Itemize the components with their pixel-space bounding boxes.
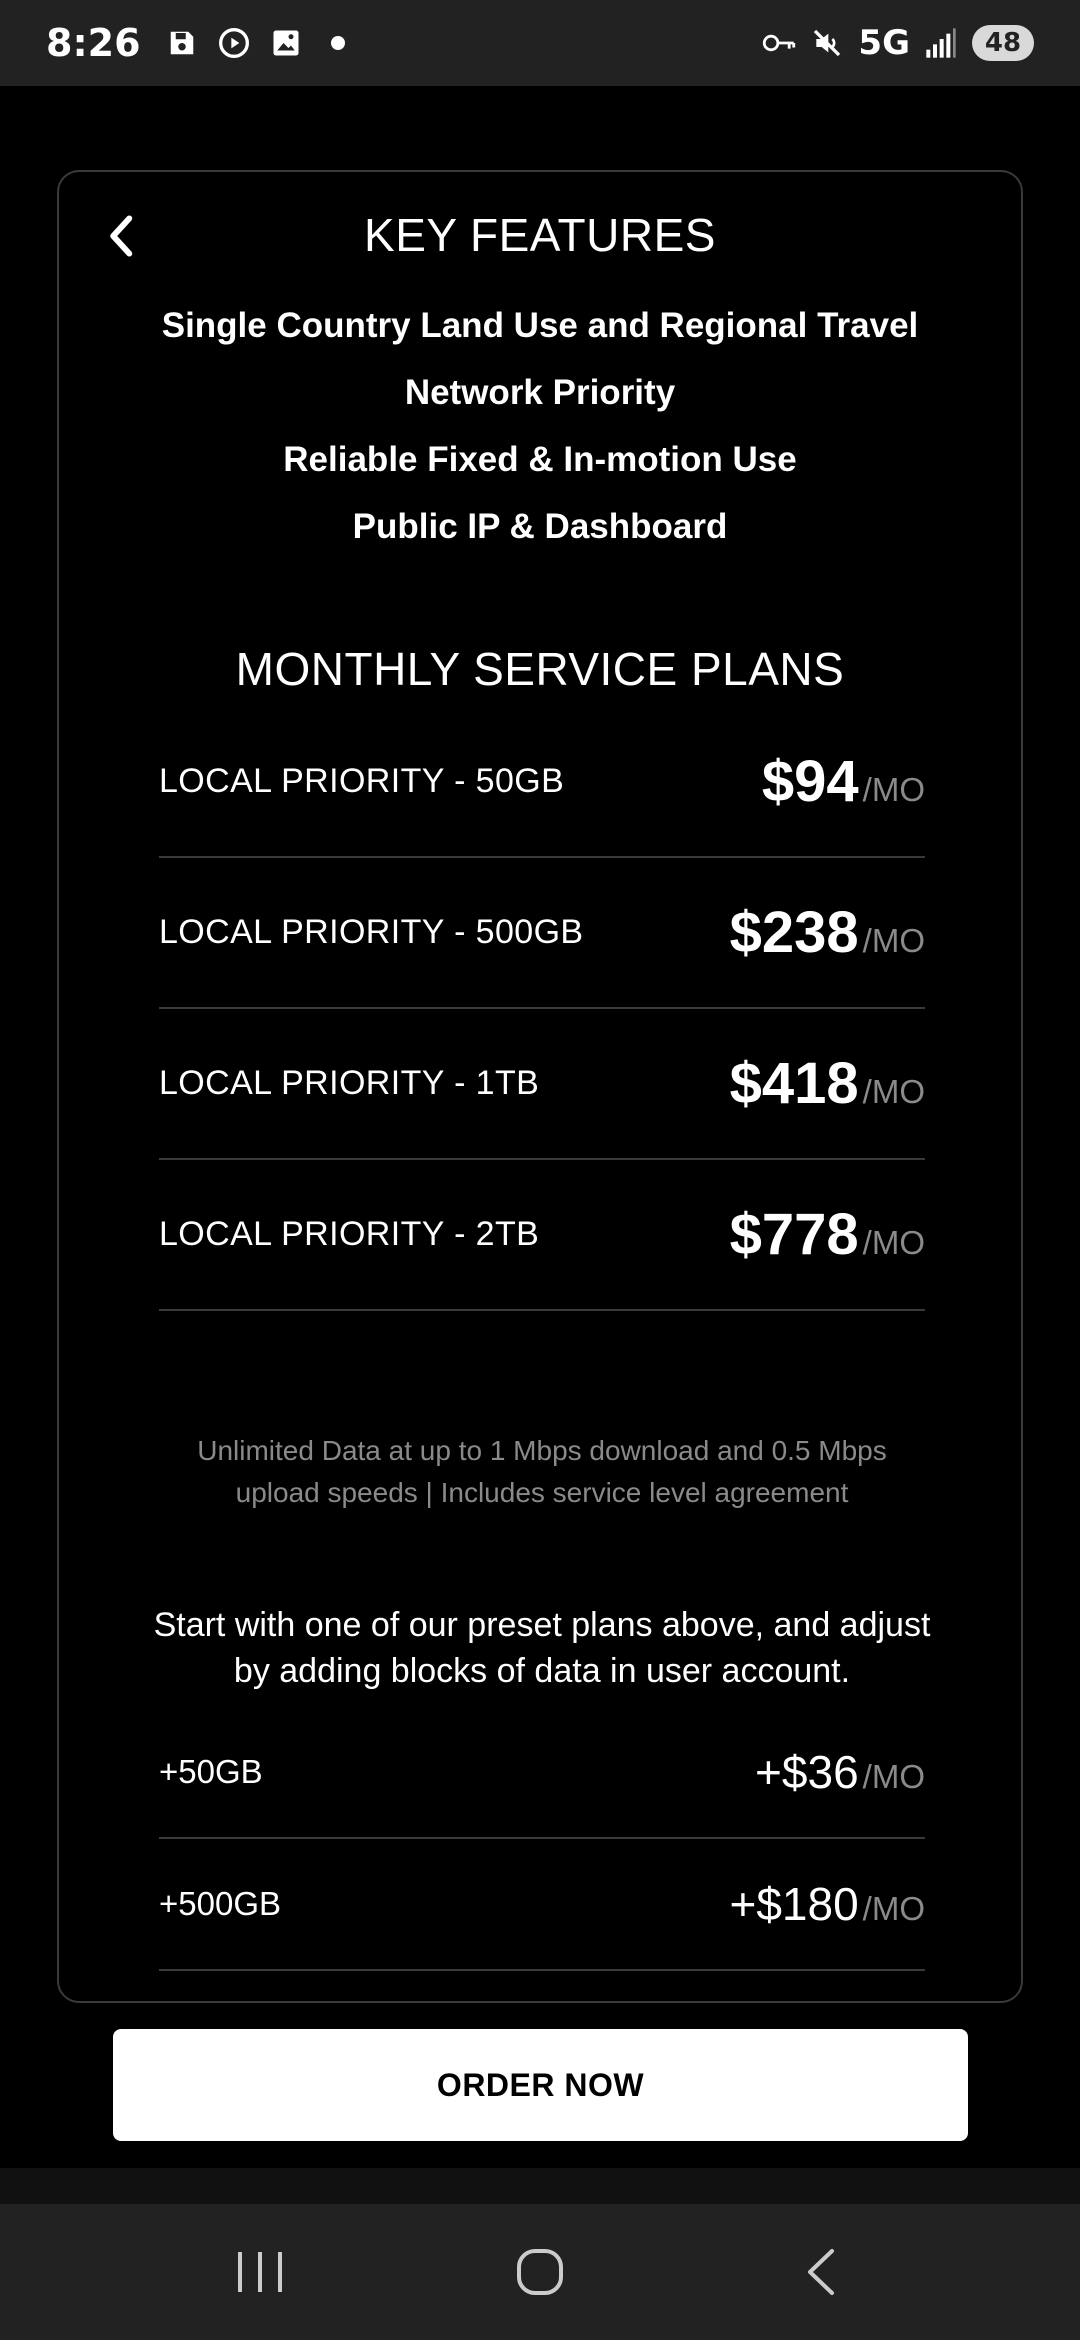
plan-name: LOCAL PRIORITY - 2TB [159, 1215, 540, 1253]
battery-indicator: 48 [972, 25, 1034, 61]
back-icon [808, 2249, 834, 2295]
vpn-key-icon [762, 26, 796, 60]
status-bar: 8:26 5G 48 [0, 0, 1080, 86]
per-month-label: /MO [862, 1890, 925, 1927]
system-nav-bar [0, 2204, 1080, 2340]
plan-name: LOCAL PRIORITY - 50GB [159, 762, 565, 800]
feature-item: Network Priority [404, 373, 676, 412]
home-button[interactable] [495, 2227, 585, 2317]
addon-row[interactable]: +500GB +$180 /MO [159, 1839, 925, 1971]
plan-row[interactable]: LOCAL PRIORITY - 1TB $418 /MO [159, 1009, 925, 1160]
order-now-button[interactable]: ORDER NOW [113, 2029, 968, 2141]
plan-card: KEY FEATURES Single Country Land Use and… [57, 170, 1023, 2003]
key-features-title: KEY FEATURES [364, 209, 716, 261]
addon-price: +$180 /MO [729, 1877, 925, 1931]
addons-intro-line: Start with one of our preset plans above… [153, 1606, 931, 1644]
plan-name: LOCAL PRIORITY - 1TB [159, 1064, 540, 1102]
plan-row[interactable]: LOCAL PRIORITY - 2TB $778 /MO [159, 1160, 925, 1311]
addon-row[interactable]: +50GB +$36 /MO [159, 1707, 925, 1839]
per-month-label: /MO [862, 1758, 925, 1795]
plan-price: $238 /MO [730, 899, 925, 966]
plan-amount: $418 [729, 1051, 859, 1116]
plan-price: $418 /MO [730, 1050, 925, 1117]
addons-intro: Start with one of our preset plans above… [99, 1602, 985, 1694]
addon-name: +500GB [159, 1885, 282, 1922]
network-type: 5G [858, 23, 910, 63]
feature-item: Public IP & Dashboard [352, 507, 728, 546]
signal-icon [924, 26, 958, 60]
plan-amount: $238 [729, 900, 859, 965]
plan-note-line: upload speeds | Includes service level a… [235, 1477, 849, 1508]
per-month-label: /MO [862, 922, 925, 959]
addons-list: +50GB +$36 /MO +500GB +$180 /MO [159, 1707, 925, 1971]
features-list: Single Country Land Use and Regional Tra… [59, 292, 1021, 560]
plan-row[interactable]: LOCAL PRIORITY - 50GB $94 /MO [159, 707, 925, 858]
addon-amount: +$36 [755, 1746, 859, 1798]
dot-icon [321, 26, 355, 60]
addons-intro-line: by adding blocks of data in user account… [233, 1652, 851, 1690]
plan-row[interactable]: LOCAL PRIORITY - 500GB $238 /MO [159, 858, 925, 1009]
plan-price: $778 /MO [730, 1201, 925, 1268]
recent-apps-icon [238, 2252, 282, 2292]
addon-price: +$36 /MO [755, 1745, 925, 1799]
per-month-label: /MO [862, 1224, 925, 1261]
back-nav-button[interactable] [775, 2227, 865, 2317]
nav-divider [0, 2168, 1080, 2204]
plans-list: LOCAL PRIORITY - 50GB $94 /MO LOCAL PRIO… [159, 749, 925, 1311]
addon-amount: +$180 [729, 1878, 859, 1930]
monthly-plans-title: MONTHLY SERVICE PLANS [235, 643, 845, 695]
plan-amount: $94 [761, 749, 859, 814]
play-circle-icon [217, 26, 251, 60]
save-icon [165, 26, 199, 60]
plan-amount: $778 [729, 1202, 859, 1267]
feature-item: Reliable Fixed & In-motion Use [283, 440, 797, 479]
feature-item: Single Country Land Use and Regional Tra… [161, 306, 919, 345]
plan-note-line: Unlimited Data at up to 1 Mbps download … [197, 1435, 887, 1466]
image-icon [269, 26, 303, 60]
plan-price: $94 /MO [762, 748, 925, 815]
per-month-label: /MO [862, 771, 925, 808]
addon-name: +50GB [159, 1753, 263, 1790]
plan-name: LOCAL PRIORITY - 500GB [159, 913, 584, 951]
status-time: 8:26 [46, 21, 141, 65]
recent-apps-button[interactable] [215, 2227, 305, 2317]
mute-icon [810, 26, 844, 60]
home-icon [517, 2249, 563, 2295]
per-month-label: /MO [862, 1073, 925, 1110]
plan-note: Unlimited Data at up to 1 Mbps download … [139, 1430, 945, 1514]
